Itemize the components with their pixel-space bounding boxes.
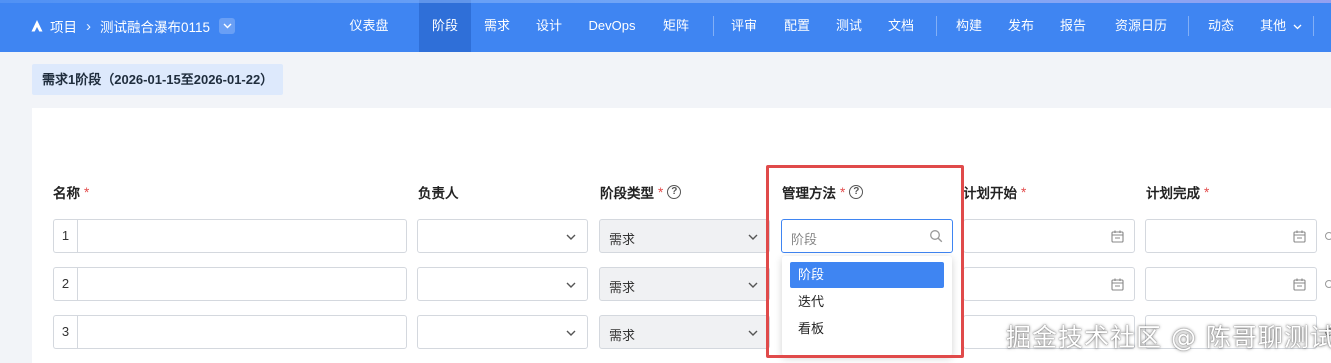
row-index: 3 — [53, 315, 77, 349]
required-mark: * — [84, 184, 90, 200]
column-header-name: 名称 * — [53, 182, 89, 202]
help-icon[interactable]: ? — [667, 185, 682, 199]
nav-item-build[interactable]: 构建 — [947, 0, 991, 52]
project-icon — [31, 20, 43, 32]
method-option-stage[interactable]: 阶段 — [790, 262, 944, 288]
top-navigation-bar: 项目 › 测试融合瀑布0115 仪表盘 阶段 需求 设计 DevOps 矩阵 评… — [0, 0, 1331, 52]
calendar-icon — [1293, 278, 1306, 291]
breadcrumb-separator-icon: › — [86, 17, 91, 35]
stage-type-value: 需求 — [609, 280, 636, 295]
stage-type-select[interactable]: 需求 — [599, 315, 770, 349]
column-label: 阶段类型 — [600, 186, 654, 201]
column-label: 计划完成 — [1146, 186, 1200, 201]
nav-item-resource-calendar[interactable]: 资源日历 — [1104, 0, 1178, 52]
chevron-down-icon — [566, 282, 576, 288]
column-header-stage-type: 阶段类型 * ? — [600, 182, 682, 202]
breadcrumb: 项目 › 测试融合瀑布0115 — [30, 0, 236, 52]
chevron-down-icon — [566, 234, 576, 240]
row-index: 2 — [53, 267, 77, 301]
calendar-icon — [1111, 278, 1124, 291]
owner-select[interactable] — [417, 315, 588, 349]
clock-icon — [1325, 232, 1331, 240]
column-header-owner: 负责人 — [418, 182, 459, 202]
row-index: 1 — [53, 219, 77, 253]
method-search-placeholder: 阶段 — [791, 232, 818, 247]
column-header-plan-start: 计划开始 * — [963, 182, 1026, 202]
chevron-down-icon — [566, 330, 576, 336]
breadcrumb-project[interactable]: 测试融合瀑布0115 — [100, 16, 210, 36]
nav-item-requirement[interactable]: 需求 — [474, 0, 520, 52]
owner-select[interactable] — [417, 267, 588, 301]
clock-icon — [1325, 280, 1331, 288]
plan-end-date-input[interactable] — [1145, 267, 1317, 301]
nav-item-review[interactable]: 评审 — [722, 0, 766, 52]
chevron-down-icon — [748, 234, 758, 240]
plan-end-date-input[interactable] — [1145, 219, 1317, 253]
name-input[interactable] — [77, 315, 407, 349]
chevron-down-icon — [748, 282, 758, 288]
nav-item-docs[interactable]: 文档 — [879, 0, 923, 52]
plan-start-date-input[interactable] — [963, 267, 1135, 301]
column-label: 名称 — [53, 186, 80, 201]
name-input[interactable] — [77, 267, 407, 301]
help-icon[interactable]: ? — [849, 185, 864, 199]
required-mark: * — [658, 184, 664, 200]
breadcrumb-root[interactable]: 项目 — [50, 16, 77, 36]
chevron-down-icon — [1293, 24, 1302, 29]
method-option-kanban[interactable]: 看板 — [790, 316, 944, 342]
plan-start-date-input[interactable] — [963, 219, 1135, 253]
nav-item-test[interactable]: 测试 — [827, 0, 871, 52]
nav-divider — [1188, 16, 1189, 36]
owner-select[interactable] — [417, 219, 588, 253]
nav-item-dashboard[interactable]: 仪表盘 — [339, 0, 399, 52]
stage-type-value: 需求 — [609, 328, 636, 343]
stage-type-select[interactable]: 需求 — [599, 267, 770, 301]
nav-item-devops[interactable]: DevOps — [580, 0, 644, 52]
column-header-plan-end: 计划完成 * — [1146, 182, 1209, 202]
nav-item-matrix[interactable]: 矩阵 — [654, 0, 698, 52]
column-label: 管理方法 — [782, 186, 836, 201]
calendar-icon — [1111, 230, 1124, 243]
name-input[interactable] — [77, 219, 407, 253]
required-mark: * — [1204, 184, 1210, 200]
stage-tab[interactable]: 需求1阶段（2026-01-15至2026-01-22） — [32, 64, 283, 95]
stage-type-select[interactable]: 需求 — [599, 219, 770, 253]
nav-item-more[interactable]: 其他 — [1254, 0, 1308, 52]
column-label: 负责人 — [418, 186, 459, 201]
method-search-input[interactable]: 阶段 — [781, 219, 953, 253]
nav-divider — [713, 16, 714, 36]
calendar-icon — [1293, 230, 1306, 243]
project-switch-chevron-icon[interactable] — [219, 18, 236, 34]
required-mark: * — [1021, 184, 1027, 200]
method-dropdown-menu: 阶段 迭代 看板 — [782, 256, 952, 356]
nav-item-release[interactable]: 发布 — [999, 0, 1043, 52]
column-label: 计划开始 — [963, 186, 1017, 201]
nav-divider — [936, 16, 937, 36]
chevron-down-icon — [748, 330, 758, 336]
nav-item-activity[interactable]: 动态 — [1199, 0, 1243, 52]
stage-type-value: 需求 — [609, 232, 636, 247]
watermark: 掘金技术社区 @ 陈哥聊测试 — [1006, 323, 1331, 352]
nav-divider — [1313, 16, 1314, 36]
column-header-method: 管理方法 * ? — [782, 182, 864, 202]
method-option-iteration[interactable]: 迭代 — [790, 289, 944, 315]
search-icon — [930, 230, 943, 243]
nav-item-stage[interactable]: 阶段 — [419, 0, 471, 52]
nav-item-report[interactable]: 报告 — [1051, 0, 1095, 52]
required-mark: * — [840, 184, 846, 200]
nav-item-more-label: 其他 — [1260, 18, 1287, 33]
nav-item-design[interactable]: 设计 — [527, 0, 571, 52]
nav-item-config[interactable]: 配置 — [775, 0, 819, 52]
